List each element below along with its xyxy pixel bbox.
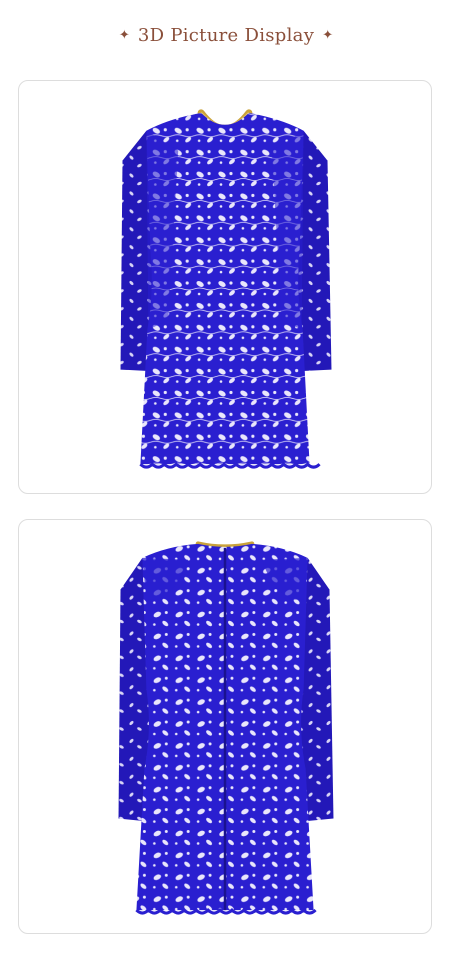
product-image-front[interactable] [18, 80, 432, 494]
dress-front-illustration [120, 109, 332, 469]
sparkle-star-icon: ✦ [118, 27, 130, 43]
section-heading: ✦ 3D Picture Display ✦ [0, 20, 452, 50]
section-title: 3D Picture Display [137, 24, 315, 46]
sparkle-star-icon: ✦ [322, 27, 334, 43]
dress-back-illustration [118, 541, 334, 915]
product-image-back[interactable] [18, 519, 432, 934]
